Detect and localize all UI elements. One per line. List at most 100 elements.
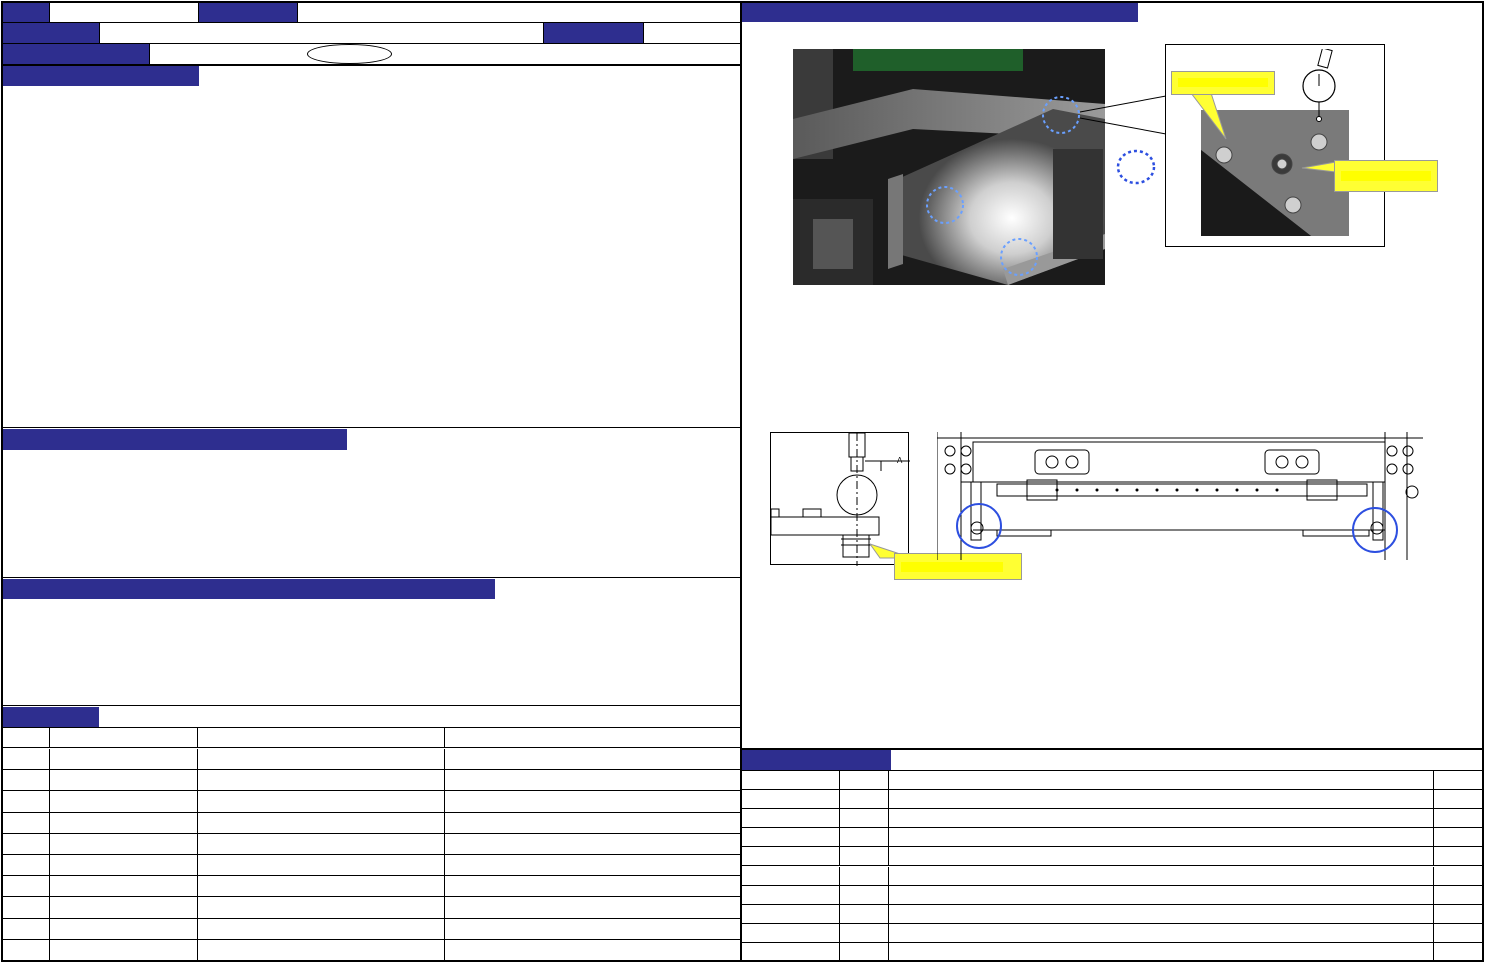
history-table-cell bbox=[742, 771, 840, 790]
history-table-cell bbox=[840, 828, 889, 847]
parts-table-cell bbox=[3, 749, 50, 770]
history-table-cell bbox=[840, 771, 889, 790]
parts-table-cell bbox=[50, 770, 198, 791]
parts-table-cell bbox=[198, 791, 445, 812]
parts-table-row bbox=[3, 812, 740, 834]
history-table-cell bbox=[1434, 886, 1484, 904]
history-table-cell bbox=[840, 885, 889, 904]
history-table-cell bbox=[742, 904, 840, 923]
parts-table-cell bbox=[445, 876, 740, 896]
header-r3-label1 bbox=[3, 44, 149, 64]
history-table-cell bbox=[889, 771, 1434, 790]
drawing-highlight-circles bbox=[956, 503, 1398, 553]
parts-table-cell bbox=[3, 770, 50, 791]
parts-col-name bbox=[198, 728, 445, 747]
dimension-label: A bbox=[897, 456, 903, 465]
parts-table-row bbox=[3, 770, 740, 792]
parts-table-cell bbox=[198, 939, 445, 961]
parts-table-cell bbox=[445, 855, 740, 875]
parts-table-cell bbox=[198, 812, 445, 833]
history-table-cell bbox=[889, 809, 1434, 828]
history-table-row bbox=[742, 885, 1484, 905]
history-table-cell bbox=[840, 790, 889, 809]
history-table-cell bbox=[1434, 943, 1484, 962]
parts-table-cell bbox=[3, 876, 50, 897]
history-table-row bbox=[742, 847, 1484, 867]
history-table-cell bbox=[889, 847, 1434, 866]
parts-table-cell bbox=[445, 791, 740, 811]
history-table-cell bbox=[840, 847, 889, 866]
history-table-cell bbox=[742, 828, 840, 847]
history-table-cell bbox=[1434, 809, 1484, 827]
parts-table-row bbox=[3, 833, 740, 855]
history-table-cell bbox=[742, 847, 840, 866]
parts-table-cell bbox=[3, 918, 50, 939]
history-table-cell bbox=[889, 904, 1434, 923]
parts-table-cell bbox=[3, 897, 50, 918]
header-r1-label1 bbox=[3, 3, 49, 22]
parts-table-title-bar bbox=[3, 707, 99, 727]
history-table-row bbox=[742, 771, 1484, 791]
parts-table-cell bbox=[3, 812, 50, 833]
machine-photo-drawing bbox=[793, 49, 1105, 285]
parts-table-cell bbox=[445, 919, 740, 939]
zoom-connector bbox=[1079, 95, 1167, 135]
status-ellipse bbox=[307, 44, 392, 64]
parts-table-cell bbox=[3, 939, 50, 961]
history-table-cell bbox=[840, 809, 889, 828]
header-r1-label2 bbox=[199, 3, 297, 22]
parts-table-cell bbox=[50, 939, 198, 961]
parts-table-row bbox=[3, 939, 740, 961]
parts-table-cell bbox=[3, 855, 50, 876]
parts-col-spec bbox=[445, 728, 740, 747]
history-table-title-bar bbox=[742, 750, 891, 770]
section1-body bbox=[3, 86, 740, 427]
history-table-cell bbox=[889, 923, 1434, 942]
history-table-row bbox=[742, 828, 1484, 848]
history-table-cell bbox=[1434, 790, 1484, 808]
parts-table-cell bbox=[445, 749, 740, 769]
parts-table-cell bbox=[50, 897, 198, 918]
history-table-cell bbox=[742, 790, 840, 809]
header-r2-label2 bbox=[544, 23, 643, 43]
history-table-cell bbox=[889, 866, 1434, 885]
parts-table-cell bbox=[50, 833, 198, 854]
history-table-row bbox=[742, 866, 1484, 886]
header-r2-value1 bbox=[100, 23, 543, 43]
section2-body bbox=[3, 450, 740, 576]
header-r1-value2 bbox=[298, 3, 738, 22]
callout-label-1 bbox=[1171, 71, 1275, 95]
parts-table-cell bbox=[50, 791, 198, 812]
history-table-row bbox=[742, 904, 1484, 924]
history-table-row bbox=[742, 942, 1484, 962]
parts-table-cell bbox=[198, 897, 445, 918]
parts-table-row bbox=[3, 918, 740, 940]
parts-table-cell bbox=[445, 770, 740, 790]
parts-table-row bbox=[3, 876, 740, 898]
zoom-detail-box bbox=[1165, 44, 1385, 247]
history-table-cell bbox=[840, 904, 889, 923]
parts-table-row bbox=[3, 897, 740, 919]
history-table-cell bbox=[742, 809, 840, 828]
reference-circle bbox=[1116, 149, 1156, 185]
history-table-cell bbox=[1434, 771, 1484, 789]
parts-table-cell bbox=[50, 749, 198, 770]
parts-table-cell bbox=[3, 791, 50, 812]
parts-table-cell bbox=[198, 855, 445, 876]
top-view-svg bbox=[936, 432, 1423, 560]
history-table-cell bbox=[742, 885, 840, 904]
history-table-row bbox=[742, 809, 1484, 829]
machine-photo bbox=[793, 49, 1105, 285]
parts-table-cell bbox=[198, 749, 445, 770]
parts-col-no bbox=[3, 728, 50, 747]
top-view-drawing bbox=[936, 432, 1429, 560]
parts-table-cell bbox=[198, 833, 445, 854]
section3-title-bar bbox=[3, 579, 495, 599]
parts-table-row bbox=[3, 749, 740, 771]
history-table-cell bbox=[889, 828, 1434, 847]
header-r2-label1 bbox=[3, 23, 99, 43]
parts-table-cell bbox=[198, 770, 445, 791]
history-table-cell bbox=[1434, 905, 1484, 923]
section3-body bbox=[3, 599, 740, 704]
parts-table-cell bbox=[445, 897, 740, 917]
